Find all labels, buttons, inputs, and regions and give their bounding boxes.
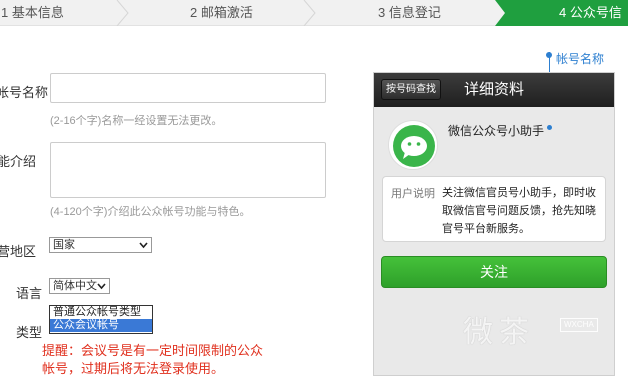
follow-button[interactable]: 关注 xyxy=(381,256,607,288)
preview-description-box: 用户说明 关注微信官员号小助手，即时收取微信官号问题反馈，抢先知晓官号平台新服务… xyxy=(382,176,606,242)
back-button[interactable]: 按号码查找 xyxy=(381,79,441,100)
account-name-label: 帐号名称 xyxy=(0,85,49,100)
wechat-logo-icon xyxy=(388,120,438,170)
description-label: 用户说明 xyxy=(391,188,435,200)
type-warning: 提醒：会议号是有一定时间限制的公众帐号，过期后将无法登录使用。 xyxy=(42,343,264,376)
language-label: 语言 xyxy=(16,286,43,301)
chevron-down-icon xyxy=(97,283,106,290)
type-label: 类型 xyxy=(16,325,43,340)
language-select[interactable]: 简体中文 xyxy=(49,278,110,294)
language-value: 简体中文 xyxy=(53,280,97,292)
type-option-normal[interactable]: 普通公众帐号类型 xyxy=(50,306,152,319)
watermark: 微茶 WXCHA xyxy=(463,307,623,357)
annotation-dot xyxy=(547,125,552,130)
step-bar: 1 基本信息 2 邮箱激活 3 信息登记 4 公众号信息 xyxy=(0,0,628,45)
operating-region-value: 国家 xyxy=(53,239,75,251)
watermark-text: 微茶 xyxy=(463,315,535,350)
preview-header: 按号码查找 详细资料 xyxy=(374,73,614,107)
preview-title: 详细资料 xyxy=(464,81,525,98)
account-name-input[interactable] xyxy=(50,73,326,103)
function-intro-label: 功能介绍 xyxy=(0,154,37,169)
type-listbox[interactable]: 普通公众帐号类型 公众会议帐号 xyxy=(49,305,153,334)
operating-region-label: 运营地区 xyxy=(0,244,37,259)
preview-account-name: 微信公众号小助手 xyxy=(448,124,545,138)
chevron-down-icon xyxy=(139,242,148,249)
type-option-meeting[interactable]: 公众会议帐号 xyxy=(50,319,152,332)
step-public-account-info: 4 公众号信息 xyxy=(559,5,622,45)
step-email-activation: 2 邮箱激活 xyxy=(190,5,253,20)
step-basic-info: 1 基本信息 xyxy=(1,5,64,20)
step-info-registration: 3 信息登记 xyxy=(378,5,441,20)
account-name-hint: (2-16个字)名称一经设置无法更改。 xyxy=(50,115,223,127)
operating-region-select[interactable]: 国家 xyxy=(49,237,152,253)
description-text: 关注微信官员号小助手，即时收取微信官号问题反馈，抢先知晓官号平台新服务。 xyxy=(442,187,596,235)
annotation-dot xyxy=(546,52,552,58)
annotation-label: 帐号名称 xyxy=(556,52,605,66)
function-intro-hint: (4-120个字)介绍此公众帐号功能与特色。 xyxy=(50,206,251,218)
watermark-badge: WXCHA xyxy=(560,318,598,332)
function-intro-textarea[interactable] xyxy=(50,142,326,198)
